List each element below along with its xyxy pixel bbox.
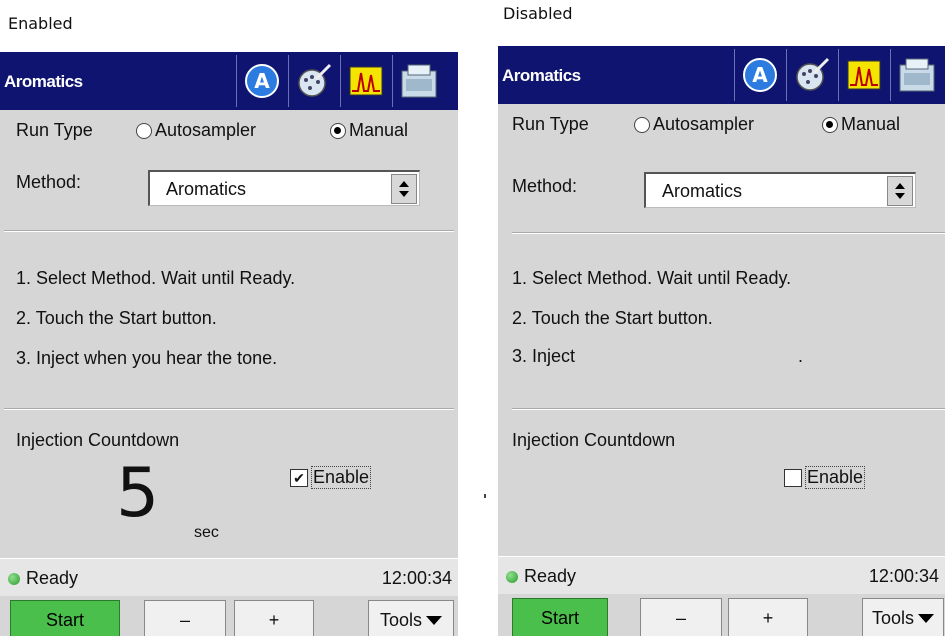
enable-checkbox[interactable]: Enable (784, 466, 866, 489)
enable-label: Enable (311, 466, 372, 489)
radio-circle[interactable] (136, 122, 152, 139)
instruction-step: 3. Inject when you hear the tone. (16, 348, 278, 368)
tools-button[interactable]: Tools (368, 600, 454, 636)
radio-circle[interactable] (634, 116, 650, 133)
run-type-label: Run Type (512, 114, 589, 134)
status-bar: Ready 12:00:34 (498, 556, 945, 596)
injection-countdown-label: Injection Countdown (512, 430, 676, 450)
radio-manual-label: Manual (841, 114, 901, 134)
title-bar: Aromatics A (498, 46, 945, 104)
radio-manual-label: Manual (349, 120, 409, 140)
status-time: 12:00:34 (868, 566, 939, 586)
letter-a-icon[interactable]: A (734, 49, 784, 101)
enable-checkbox[interactable]: ✔ Enable (290, 466, 372, 489)
instruction-step: 1. Select Method. Wait until Ready. (16, 268, 296, 288)
letter-a-icon[interactable]: A (236, 55, 286, 107)
injection-countdown-label: Injection Countdown (16, 430, 180, 450)
minus-button[interactable]: – (640, 598, 722, 636)
separator-mark (484, 494, 486, 498)
checkbox-empty[interactable] (784, 468, 802, 487)
radio-autosampler[interactable]: Autosampler (136, 120, 256, 141)
syringe-plate-icon[interactable] (288, 55, 338, 107)
instruction-step-period: . (798, 346, 804, 366)
dropdown-arrow-icon (918, 613, 935, 623)
method-select-value: Aromatics (662, 181, 743, 201)
button-bar: Start – + Tools (0, 596, 458, 636)
tools-label: Tools (871, 607, 915, 628)
method-label: Method: (16, 172, 82, 192)
run-type-label: Run Type (16, 120, 93, 140)
syringe-plate-icon[interactable] (786, 49, 836, 101)
countdown-value: 5 (116, 454, 160, 533)
panel-enabled: Aromatics A Run Type Autosampler Manual … (0, 52, 458, 636)
instruction-step: 2. Touch the Start button. (512, 308, 713, 328)
ready-indicator-icon (8, 573, 20, 585)
minus-button[interactable]: – (144, 600, 226, 636)
status-bar: Ready 12:00:34 (0, 558, 458, 598)
radio-autosampler-label: Autosampler (155, 120, 257, 140)
method-select-value: Aromatics (166, 179, 247, 199)
radio-circle-selected[interactable] (822, 116, 838, 133)
tools-label: Tools (379, 609, 423, 630)
start-button[interactable]: Start (512, 598, 608, 636)
divider (512, 232, 945, 234)
up-down-arrows-icon[interactable] (391, 174, 417, 204)
radio-manual[interactable]: Manual (330, 120, 408, 141)
radio-manual[interactable]: Manual (822, 114, 900, 135)
radio-autosampler-label: Autosampler (653, 114, 755, 134)
divider (4, 408, 454, 410)
divider (4, 230, 454, 232)
method-select[interactable]: Aromatics (148, 170, 420, 206)
autosampler-icon[interactable] (890, 49, 940, 101)
radio-autosampler[interactable]: Autosampler (634, 114, 754, 135)
svg-text:A: A (752, 63, 768, 87)
app-title: Aromatics (4, 72, 83, 91)
plus-button[interactable]: + (728, 598, 808, 636)
up-down-arrows-icon[interactable] (887, 176, 913, 206)
chromatogram-icon[interactable] (838, 49, 888, 101)
status-text: Ready (26, 568, 79, 588)
method-select[interactable]: Aromatics (644, 172, 916, 208)
enable-label: Enable (805, 466, 866, 489)
panel-disabled: Aromatics A Run Type Autosampler Manual … (498, 46, 945, 636)
checkmark-icon[interactable]: ✔ (290, 468, 308, 487)
caption-disabled: Disabled (503, 4, 573, 23)
button-bar: Start – + Tools (498, 594, 945, 636)
instruction-step: 1. Select Method. Wait until Ready. (512, 268, 792, 288)
status-text: Ready (524, 566, 577, 586)
start-button[interactable]: Start (10, 600, 120, 636)
svg-text:A: A (254, 69, 270, 93)
autosampler-icon[interactable] (392, 55, 442, 107)
app-title: Aromatics (502, 66, 581, 85)
divider (512, 408, 945, 410)
status-time: 12:00:34 (381, 568, 452, 588)
caption-enabled: Enabled (8, 14, 73, 33)
dropdown-arrow-icon (426, 615, 443, 625)
chromatogram-icon[interactable] (340, 55, 390, 107)
countdown-unit: sec (194, 524, 219, 541)
instruction-step: 2. Touch the Start button. (16, 308, 217, 328)
radio-circle-selected[interactable] (330, 122, 346, 139)
title-bar: Aromatics A (0, 52, 458, 110)
ready-indicator-icon (506, 571, 518, 583)
method-label: Method: (512, 176, 578, 196)
instruction-step: 3. Inject (512, 346, 576, 366)
plus-button[interactable]: + (234, 600, 314, 636)
tools-button[interactable]: Tools (862, 598, 944, 636)
